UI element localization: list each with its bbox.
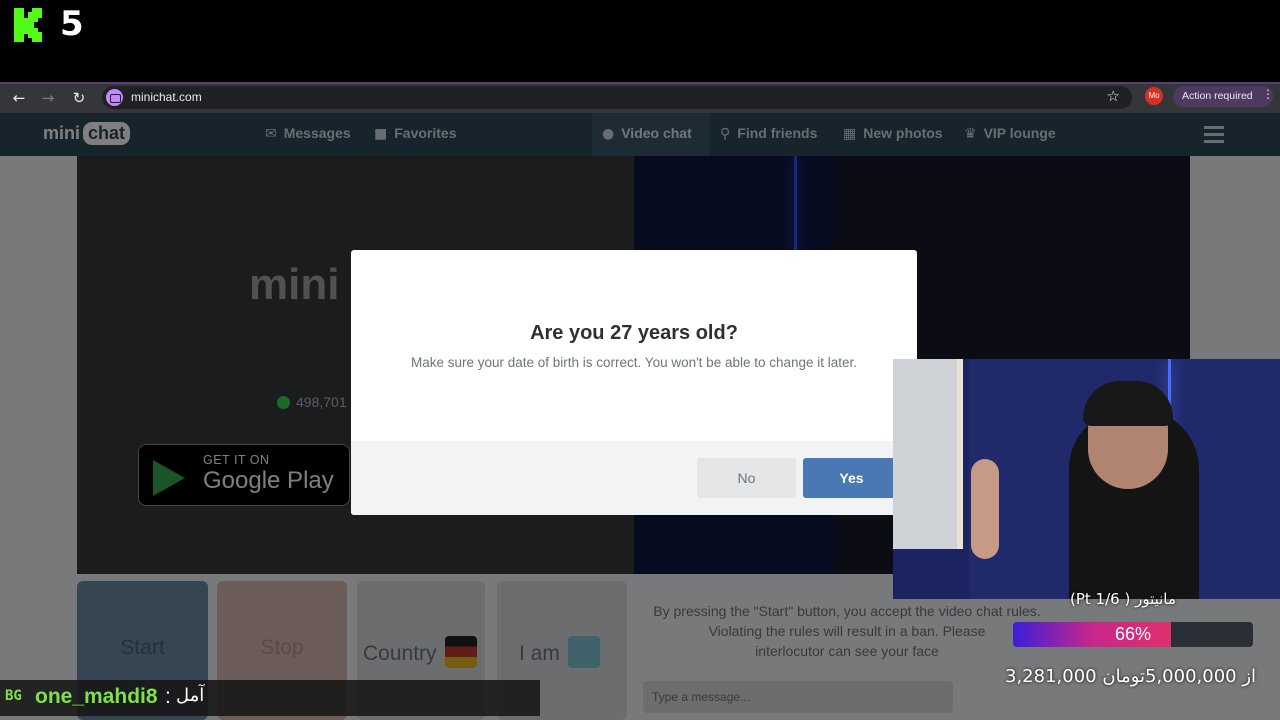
chat-separator: : — [165, 685, 171, 708]
chat-badge: BG — [5, 688, 22, 704]
kick-logo-icon — [14, 8, 42, 42]
stream-top-bar: 5 — [0, 0, 1280, 82]
back-arrow-icon[interactable]: ← — [8, 87, 30, 109]
chat-message: BG one_mahdi8 : آمل — [0, 680, 540, 716]
donation-goal-percent: 66% — [1114, 624, 1152, 644]
dialog-body: Are you 27 years old? Make sure your dat… — [351, 250, 917, 441]
browser-menu-icon[interactable]: ⋮ — [1262, 87, 1274, 101]
no-button[interactable]: No — [697, 458, 796, 498]
url-text[interactable]: minichat.com — [131, 90, 202, 104]
site-info-icon[interactable] — [106, 89, 123, 106]
webcam-window-frame — [893, 359, 963, 549]
browser-toolbar: ← → ↻ minichat.com ☆ Mo Action required … — [0, 82, 1280, 113]
age-confirm-dialog: Are you 27 years old? Make sure your dat… — [351, 250, 917, 515]
dialog-title: Are you 27 years old? — [530, 322, 738, 344]
bookmark-star-icon[interactable]: ☆ — [1107, 87, 1120, 105]
donation-goal-amount: 3,281,000 از 5,000,000تومان — [1005, 666, 1257, 687]
streamer-hand — [971, 459, 999, 559]
chat-username: one_mahdi8 — [35, 685, 158, 708]
chat-text: آمل — [176, 685, 205, 706]
streamer-webcam — [893, 359, 1280, 599]
dialog-footer: No Yes — [351, 441, 917, 515]
channel-badge-number: 5 — [60, 4, 84, 44]
action-required-label: Action required — [1182, 90, 1253, 102]
stream-frame: 5 ← → ↻ minichat.com ☆ Mo Action require… — [0, 0, 1280, 720]
profile-avatar[interactable]: Mo — [1145, 87, 1163, 105]
forward-arrow-icon[interactable]: → — [37, 87, 59, 109]
reload-icon[interactable]: ↻ — [68, 87, 90, 109]
address-bar[interactable]: minichat.com ☆ — [102, 86, 1132, 109]
dialog-message: Make sure your date of birth is correct.… — [410, 355, 858, 370]
yes-button[interactable]: Yes — [803, 458, 900, 498]
donation-goal-title: مانیتور ( Pt 1/6) — [1070, 590, 1176, 608]
action-required-button[interactable]: Action required — [1173, 86, 1273, 107]
